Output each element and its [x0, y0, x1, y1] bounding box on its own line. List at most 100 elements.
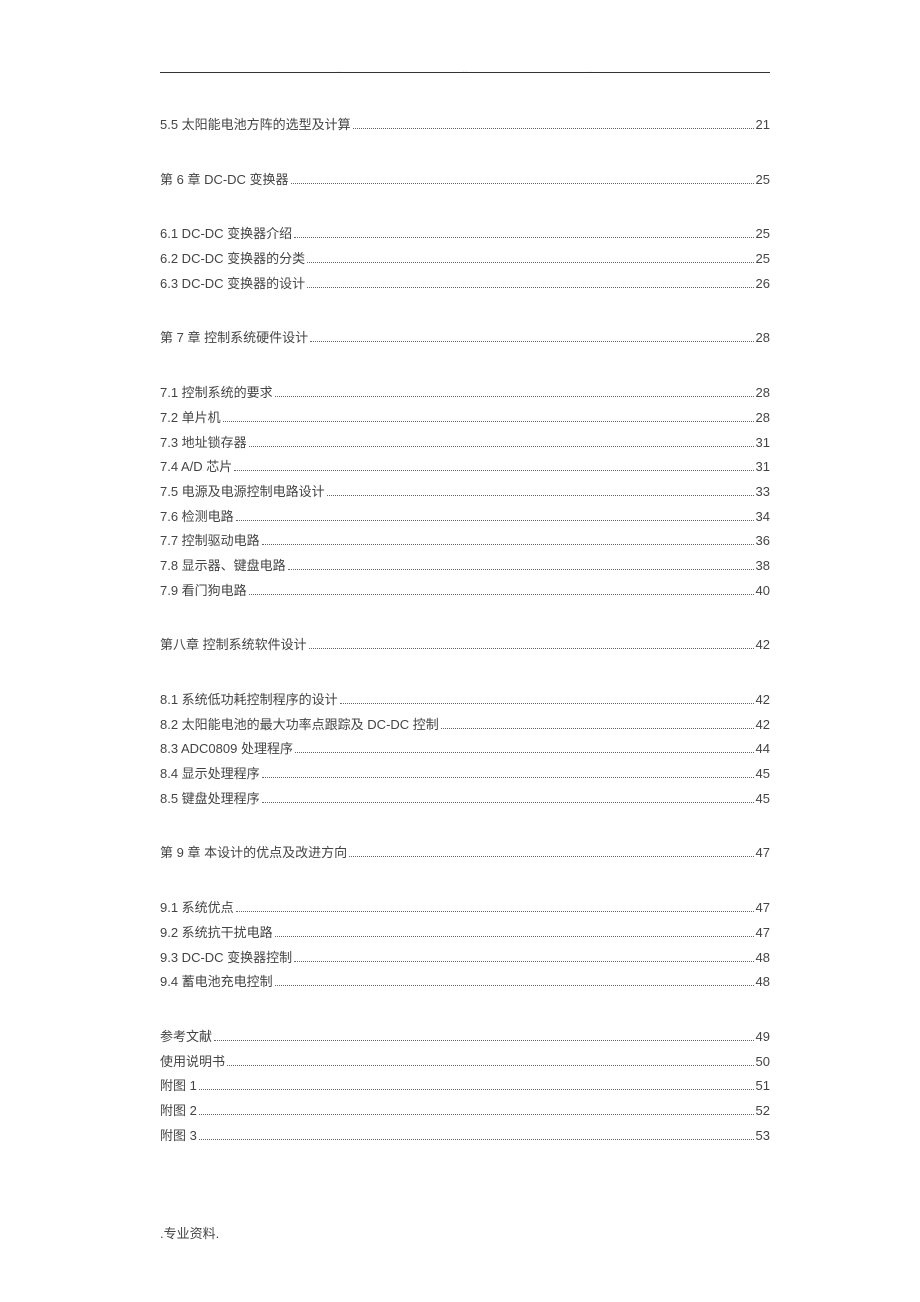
toc-entry-label: 8.4 显示处理程序 — [160, 762, 260, 787]
toc-entry-row: 参考文献49 — [160, 1025, 770, 1050]
toc-entry-row: 9.1 系统优点 47 — [160, 896, 770, 921]
footer-text: .专业资料. — [160, 1223, 219, 1242]
header-mark: .. — [337, 65, 343, 76]
toc-entry-row: 7.6 检测电路 34 — [160, 505, 770, 530]
toc-entry-row: 9.2 系统抗干扰电路 47 — [160, 921, 770, 946]
toc-entry-page: 45 — [756, 762, 770, 787]
toc-leader-dots — [275, 985, 754, 986]
toc-entry-label: 第 6 章 DC-DC 变换器 — [160, 168, 289, 193]
toc-entry-row: 5.5 太阳能电池方阵的选型及计算21 — [160, 113, 770, 138]
toc-entry-label: 7.1 控制系统的要求 — [160, 381, 273, 406]
toc-entry-page: 31 — [756, 455, 770, 480]
toc-leader-dots — [294, 237, 753, 238]
toc-entry-page: 50 — [756, 1050, 770, 1075]
toc-entry-page: 28 — [756, 406, 770, 431]
toc-entry-row: 6.1 DC-DC 变换器介绍 25 — [160, 222, 770, 247]
toc-leader-dots — [294, 961, 753, 962]
toc-entry-label: 7.6 检测电路 — [160, 505, 234, 530]
toc-entry-label: 5.5 太阳能电池方阵的选型及计算 — [160, 113, 351, 138]
toc-entry-label: 第 9 章 本设计的优点及改进方向 — [160, 841, 347, 866]
toc-leader-dots — [199, 1089, 754, 1090]
table-of-contents: 5.5 太阳能电池方阵的选型及计算21第 6 章 DC-DC 变换器256.1 … — [160, 113, 770, 1148]
toc-leader-dots — [199, 1139, 754, 1140]
toc-entry-label: 6.3 DC-DC 变换器的设计 — [160, 272, 305, 297]
toc-entry-page: 48 — [756, 946, 770, 971]
toc-entry-row: 7.7 控制驱动电路 36 — [160, 529, 770, 554]
toc-entry-label: 8.3 ADC0809 处理程序 — [160, 737, 293, 762]
toc-entry-label: 6.1 DC-DC 变换器介绍 — [160, 222, 292, 247]
toc-entry-page: 40 — [756, 579, 770, 604]
toc-leader-dots — [288, 569, 754, 570]
toc-leader-dots — [310, 341, 753, 342]
toc-entry-row: 7.9 看门狗电路 40 — [160, 579, 770, 604]
toc-entry-row: 9.4 蓄电池充电控制 48 — [160, 970, 770, 995]
toc-entry-page: 49 — [756, 1025, 770, 1050]
toc-entry-row: 8.3 ADC0809 处理程序 44 — [160, 737, 770, 762]
toc-entry-row: 使用说明书50 — [160, 1050, 770, 1075]
toc-entry-label: 7.7 控制驱动电路 — [160, 529, 260, 554]
toc-entry-label: 9.2 系统抗干扰电路 — [160, 921, 273, 946]
toc-entry-label: 8.5 键盘处理程序 — [160, 787, 260, 812]
toc-leader-dots — [236, 520, 754, 521]
toc-entry-row: 7.4 A/D 芯片 31 — [160, 455, 770, 480]
toc-leader-dots — [249, 594, 754, 595]
toc-entry-label: 9.3 DC-DC 变换器控制 — [160, 946, 292, 971]
header-mark: .. — [462, 65, 468, 76]
toc-entry-page: 44 — [756, 737, 770, 762]
toc-entry-label: 8.1 系统低功耗控制程序的设计 — [160, 688, 338, 713]
toc-entry-row: 7.5 电源及电源控制电路设计33 — [160, 480, 770, 505]
toc-entry-page: 26 — [756, 272, 770, 297]
toc-entry-label: 8.2 太阳能电池的最大功率点跟踪及 DC-DC 控制 — [160, 713, 439, 738]
toc-entry-page: 34 — [756, 505, 770, 530]
toc-entry-page: 52 — [756, 1099, 770, 1124]
toc-entry-page: 47 — [756, 921, 770, 946]
toc-chapter-row: 第 6 章 DC-DC 变换器 25 — [160, 168, 770, 193]
toc-leader-dots — [340, 703, 754, 704]
toc-entry-row: 7.3 地址锁存器31 — [160, 431, 770, 456]
toc-entry-page: 25 — [756, 168, 770, 193]
toc-entry-page: 42 — [756, 688, 770, 713]
toc-entry-row: 6.3 DC-DC 变换器的设计 26 — [160, 272, 770, 297]
toc-entry-row: 8.4 显示处理程序 45 — [160, 762, 770, 787]
toc-entry-page: 25 — [756, 222, 770, 247]
toc-entry-label: 9.1 系统优点 — [160, 896, 234, 921]
toc-entry-label: 7.5 电源及电源控制电路设计 — [160, 480, 325, 505]
toc-leader-dots — [295, 752, 754, 753]
toc-leader-dots — [262, 777, 754, 778]
toc-leader-dots — [353, 128, 754, 129]
toc-leader-dots — [307, 262, 753, 263]
toc-entry-label: 9.4 蓄电池充电控制 — [160, 970, 273, 995]
header-rule: .. .. .. — [160, 60, 770, 73]
toc-entry-row: 8.2 太阳能电池的最大功率点跟踪及 DC-DC 控制42 — [160, 713, 770, 738]
toc-entry-row: 9.3 DC-DC 变换器控制 48 — [160, 946, 770, 971]
toc-entry-page: 36 — [756, 529, 770, 554]
toc-entry-page: 42 — [756, 633, 770, 658]
toc-entry-label: 附图 1 — [160, 1074, 197, 1099]
toc-leader-dots — [236, 911, 754, 912]
toc-entry-page: 51 — [756, 1074, 770, 1099]
toc-leader-dots — [327, 495, 754, 496]
toc-leader-dots — [223, 421, 754, 422]
toc-entry-label: 7.4 A/D 芯片 — [160, 455, 232, 480]
toc-entry-row: 附图 1 51 — [160, 1074, 770, 1099]
toc-entry-page: 28 — [756, 326, 770, 351]
header-mark: .. — [588, 65, 594, 76]
toc-leader-dots — [275, 396, 754, 397]
toc-leader-dots — [199, 1114, 754, 1115]
toc-entry-page: 28 — [756, 381, 770, 406]
toc-entry-label: 6.2 DC-DC 变换器的分类 — [160, 247, 305, 272]
toc-entry-page: 47 — [756, 841, 770, 866]
toc-entry-row: 7.1 控制系统的要求 28 — [160, 381, 770, 406]
toc-leader-dots — [234, 470, 753, 471]
toc-entry-label: 第八章 控制系统软件设计 — [160, 633, 307, 658]
toc-leader-dots — [227, 1065, 754, 1066]
toc-chapter-row: 第八章 控制系统软件设计 42 — [160, 633, 770, 658]
toc-entry-row: 8.5 键盘处理程序 45 — [160, 787, 770, 812]
toc-entry-row: 7.8 显示器、键盘电路38 — [160, 554, 770, 579]
toc-entry-label: 7.9 看门狗电路 — [160, 579, 247, 604]
toc-entry-row: 8.1 系统低功耗控制程序的设计 42 — [160, 688, 770, 713]
header-marks: .. .. .. — [160, 65, 770, 76]
toc-entry-page: 48 — [756, 970, 770, 995]
toc-entry-page: 47 — [756, 896, 770, 921]
toc-entry-page: 45 — [756, 787, 770, 812]
